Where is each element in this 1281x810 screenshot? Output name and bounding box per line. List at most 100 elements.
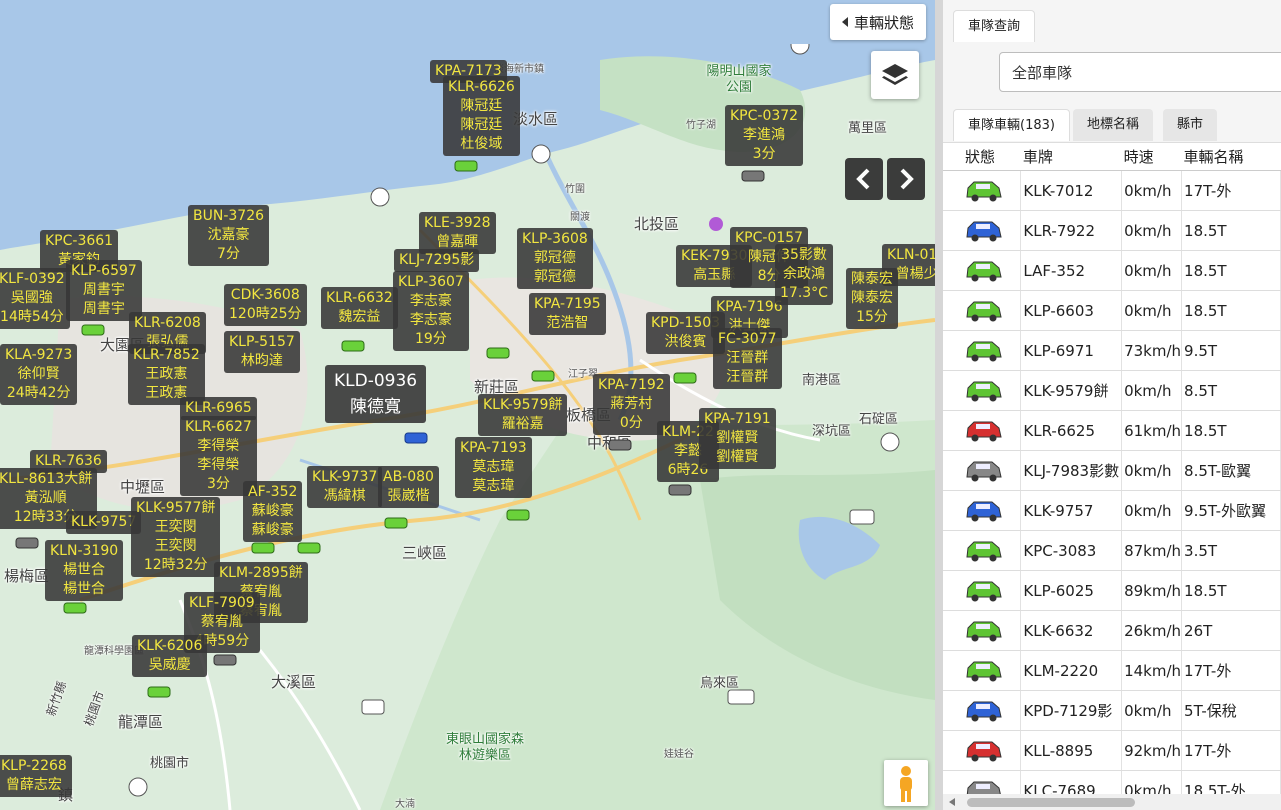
vehicle-label[interactable]: KPC-0372 李進鴻 3分 <box>725 105 804 166</box>
vehicle-label[interactable]: KLP-5157 林昀達 <box>224 331 300 373</box>
vehicle-marker[interactable] <box>340 338 366 354</box>
table-row[interactable]: KLL-8895 92km/h 17T-外 <box>943 730 1281 771</box>
table-row[interactable]: KLP-6025 89km/h 18.5T <box>943 570 1281 611</box>
plate-cell: KLK-9757 <box>1020 490 1123 531</box>
status-cell <box>943 570 1022 611</box>
vehicle-marker[interactable] <box>485 345 511 361</box>
place-label: 烏來區 <box>700 676 740 691</box>
layers-icon <box>882 64 908 85</box>
col-name[interactable]: 車輛名稱 <box>1181 142 1281 171</box>
vehicle-label[interactable]: KLK-9579餅 羅裕嘉 <box>478 394 568 436</box>
vehicle-marker[interactable] <box>212 652 238 668</box>
place-label: 三峽區 <box>402 544 448 562</box>
tab-counties[interactable]: 縣市 <box>1163 109 1218 141</box>
vehicle-marker[interactable] <box>667 482 693 498</box>
vehicle-label[interactable]: AF-352 蘇峻豪 蘇峻豪 <box>243 481 303 542</box>
status-cell <box>943 410 1022 451</box>
map-prev-button[interactable] <box>845 158 883 200</box>
vehicle-marker[interactable] <box>607 437 633 453</box>
vehicle-status-icon <box>966 501 1002 521</box>
vehicle-marker[interactable] <box>740 168 766 184</box>
tab-fleet-query[interactable]: 車隊查詢 <box>953 10 1036 42</box>
vehicle-label[interactable]: 陳泰宏 陳泰宏 15分 <box>846 268 898 329</box>
status-cell <box>943 290 1022 331</box>
street-view-button[interactable] <box>884 760 928 806</box>
vehicle-marker[interactable] <box>505 507 531 523</box>
place-label: 竹圍 <box>565 184 585 195</box>
vehicle-label[interactable]: CDK-3608 120時25分 <box>224 284 307 326</box>
scroll-left-icon[interactable] <box>949 798 955 806</box>
vehicle-label[interactable]: KLR-7852 王政憲 王政憲 <box>128 344 205 405</box>
map-layers-button[interactable] <box>871 51 919 99</box>
col-speed[interactable]: 時速 <box>1121 142 1182 171</box>
speed-cell: 0km/h <box>1121 210 1183 251</box>
vehicle-marker[interactable] <box>672 370 698 386</box>
vehicle-label[interactable]: KLK-6206 吳威慶 <box>132 635 208 677</box>
speed-cell: 0km/h <box>1121 690 1183 731</box>
speed-cell: 0km/h <box>1121 370 1183 411</box>
vehicle-label[interactable]: KLF-0392 吳國強 14時54分 <box>0 268 70 329</box>
vehicle-label[interactable]: KPA-7191 劉權賢 劉權賢 <box>699 408 776 469</box>
vehicle-status-label: 車輛狀態 <box>854 13 915 32</box>
vehicle-label[interactable]: KLJ-7295影 <box>394 249 480 272</box>
col-status[interactable]: 狀態 <box>943 142 1021 171</box>
vehicle-label[interactable]: KLA-9273 徐仰賢 24時42分 <box>0 344 78 405</box>
table-row[interactable]: KLK-9579餅 0km/h 8.5T <box>943 370 1281 411</box>
vehicle-marker[interactable] <box>80 322 106 338</box>
map-next-button[interactable] <box>887 158 925 200</box>
vehicle-label[interactable]: KLN-3190 楊世合 楊世合 <box>45 540 124 601</box>
vehicle-marker[interactable] <box>403 430 429 446</box>
plate-cell: KLM-2220 <box>1020 650 1123 691</box>
table-row[interactable]: KPD-7129影 0km/h 5T-保稅 <box>943 690 1281 731</box>
vehicle-label[interactable]: KLK-9577餅 王奕閔 王奕閔 12時32分 <box>131 497 221 577</box>
table-row[interactable]: KLK-9757 0km/h 9.5T-外歐翼 <box>943 490 1281 531</box>
vehicle-label[interactable]: KLR-6632 魏宏益 <box>321 287 398 329</box>
chevron-right-icon <box>900 168 914 190</box>
vehicle-name-cell: 17T-外 <box>1181 650 1281 691</box>
table-row[interactable]: KPC-3083 87km/h 3.5T <box>943 530 1281 571</box>
vehicle-status-icon <box>966 261 1002 281</box>
table-row[interactable]: KLK-7012 0km/h 17T-外 <box>943 170 1281 211</box>
vehicle-marker[interactable] <box>146 684 172 700</box>
vehicle-label[interactable]: KPA-7195 范浩智 <box>529 293 606 335</box>
tab-landmarks[interactable]: 地標名稱 <box>1073 109 1154 141</box>
table-row[interactable]: LAF-352 0km/h 18.5T <box>943 250 1281 291</box>
vehicle-marker[interactable] <box>14 535 40 551</box>
vehicle-label[interactable]: 35影數 余政鴻 17.3°C <box>775 244 833 305</box>
vehicle-label[interactable]: KPA-7193 莫志瑋 莫志瑋 <box>455 437 532 498</box>
vehicle-marker[interactable] <box>453 158 479 174</box>
vehicle-label[interactable]: AB-080 張崴楷 <box>378 466 439 508</box>
vehicle-marker[interactable] <box>62 600 88 616</box>
vehicle-label[interactable]: KLP-3608 郭冠德 郭冠德 <box>517 228 593 289</box>
vehicle-name-cell: 18.5T <box>1181 410 1281 451</box>
vehicle-marker[interactable] <box>383 515 409 531</box>
fleet-select[interactable] <box>999 52 1281 92</box>
table-row[interactable]: KLR-6625 61km/h 18.5T <box>943 410 1281 451</box>
speed-cell: 0km/h <box>1121 170 1183 211</box>
vehicle-label[interactable]: KLE-3928 曾嘉暉 <box>419 212 496 254</box>
tab-fleet-vehicles[interactable]: 車隊車輛(183) <box>953 109 1070 141</box>
table-row[interactable]: KLM-2220 14km/h 17T-外 <box>943 650 1281 691</box>
vehicle-label[interactable]: KLP-2268 曾薛志宏 <box>0 755 72 797</box>
vehicle-marker[interactable] <box>530 368 556 384</box>
vehicle-label[interactable]: KLP-3607 李志豪 李志豪 19分 <box>393 271 469 351</box>
vehicle-marker[interactable] <box>250 540 276 556</box>
vehicle-label-highlighted[interactable]: KLD-0936 陳德寬 <box>325 365 427 423</box>
table-row[interactable]: KLP-6971 73km/h 9.5T <box>943 330 1281 371</box>
table-row[interactable]: KLR-7922 0km/h 18.5T <box>943 210 1281 251</box>
col-plate[interactable]: 車牌 <box>1020 142 1122 171</box>
map-view[interactable]: 淡水區 北投區 大園區 新莊區 板橋區 中和區 中壢區 三峽區 楊梅區 大溪區 … <box>0 0 935 810</box>
place-label: 南港區 <box>802 373 842 388</box>
vehicle-label[interactable]: KLR-6626 陳冠廷 陳冠廷 杜俊域 <box>443 76 520 156</box>
vehicle-label[interactable]: BUN-3726 沈嘉豪 7分 <box>188 205 270 266</box>
vehicle-marker[interactable] <box>296 540 322 556</box>
horizontal-scrollbar[interactable] <box>943 794 1281 810</box>
vehicle-label[interactable]: FC-3077 汪晉群 汪晉群 <box>713 328 782 389</box>
table-row[interactable]: KLK-6632 26km/h 26T <box>943 610 1281 651</box>
table-row[interactable]: KLP-6603 0km/h 18.5T <box>943 290 1281 331</box>
caret-left-icon <box>842 17 848 27</box>
vehicle-label[interactable]: KLK-9737 馮緯棋 <box>307 466 383 508</box>
vehicle-status-button[interactable]: 車輛狀態 <box>830 4 927 40</box>
table-row[interactable]: KLJ-7983影數 0km/h 8.5T-歐翼 <box>943 450 1281 491</box>
scroll-thumb[interactable] <box>967 798 1135 807</box>
